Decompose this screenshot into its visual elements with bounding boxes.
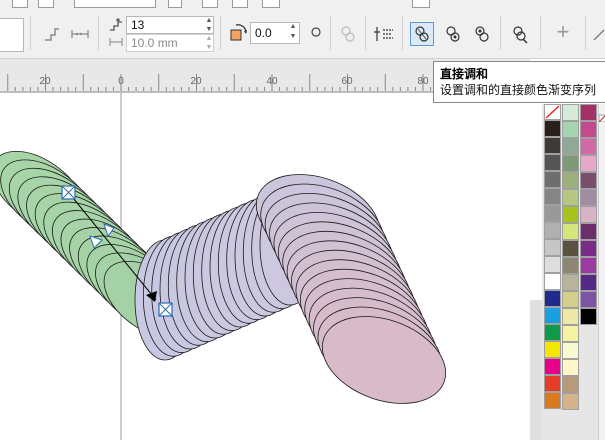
color-swatch[interactable] <box>544 392 561 409</box>
property-bar: 13 ▲ ▼ 10.0 mm ▲ ▼ 0.0 ▲ ▼ + <box>0 8 605 59</box>
preset-field[interactable] <box>0 18 24 52</box>
color-swatch[interactable] <box>544 324 561 341</box>
object-color-acceleration-icon[interactable] <box>508 22 532 46</box>
add-icon[interactable]: + <box>553 20 573 44</box>
color-swatch[interactable] <box>562 172 579 189</box>
color-swatch[interactable] <box>562 206 579 223</box>
spacing-input[interactable]: 10.0 mm <box>126 34 214 52</box>
ruler-label: 20 <box>39 76 51 87</box>
color-swatch[interactable] <box>544 205 561 222</box>
color-swatch[interactable] <box>562 393 579 410</box>
color-swatch[interactable] <box>562 342 579 359</box>
clockwise-blend-icon[interactable] <box>441 22 465 46</box>
color-swatch[interactable] <box>562 308 579 325</box>
color-swatch[interactable] <box>562 138 579 155</box>
color-swatch[interactable] <box>544 137 561 154</box>
color-swatch[interactable] <box>580 257 597 274</box>
color-swatch[interactable] <box>562 376 579 393</box>
color-swatch[interactable] <box>580 291 597 308</box>
color-swatch[interactable] <box>562 325 579 342</box>
ruler-label: 20 <box>190 76 202 87</box>
spacing-spin-down-icon[interactable]: ▼ <box>203 44 215 52</box>
color-swatch[interactable] <box>580 223 597 240</box>
rotation-spin-down-icon[interactable]: ▼ <box>287 33 299 41</box>
color-swatch[interactable] <box>562 189 579 206</box>
color-swatch[interactable] <box>580 308 597 325</box>
color-swatch[interactable] <box>562 359 579 376</box>
color-swatch[interactable] <box>544 290 561 307</box>
steps-spin-up-icon[interactable]: ▲ <box>203 17 215 25</box>
rotation-spin-up-icon[interactable]: ▲ <box>287 23 299 31</box>
color-swatch[interactable] <box>544 188 561 205</box>
color-swatch[interactable] <box>544 171 561 188</box>
ruler-label: 60 <box>341 76 353 87</box>
color-swatch[interactable] <box>580 121 597 138</box>
ruler-label: 40 <box>266 76 278 87</box>
color-swatch[interactable] <box>544 256 561 273</box>
steps-input[interactable]: 13 <box>126 16 214 34</box>
color-swatch[interactable] <box>562 223 579 240</box>
strip-field[interactable] <box>74 0 156 8</box>
blend-start-handle-icon[interactable] <box>61 185 76 200</box>
spacing-spin-up-icon[interactable]: ▲ <box>203 35 215 43</box>
color-swatch[interactable] <box>544 273 561 290</box>
steps-spin-down-icon[interactable]: ▼ <box>203 26 215 34</box>
color-swatch[interactable] <box>580 274 597 291</box>
color-swatch[interactable] <box>562 240 579 257</box>
color-swatch[interactable] <box>544 375 561 392</box>
palette-overflow-strip <box>598 104 605 440</box>
palette-scrollbar[interactable] <box>530 300 542 440</box>
color-swatch[interactable] <box>544 341 561 358</box>
tooltip: 直接调和 设置调和的直接颜色渐变序列 <box>433 61 605 103</box>
color-swatch[interactable] <box>580 172 597 189</box>
color-swatch[interactable] <box>580 206 597 223</box>
color-swatch[interactable] <box>562 155 579 172</box>
color-swatch[interactable] <box>562 104 579 121</box>
color-swatch[interactable] <box>544 154 561 171</box>
strip-button-5[interactable] <box>232 0 248 8</box>
top-toolbar-strip <box>0 0 605 8</box>
color-swatch[interactable] <box>544 307 561 324</box>
strip-button-2[interactable] <box>38 0 54 8</box>
color-swatch[interactable] <box>562 121 579 138</box>
drawing-canvas[interactable] <box>0 93 530 440</box>
color-swatch[interactable] <box>544 222 561 239</box>
no-color-swatch-icon[interactable] <box>544 104 561 120</box>
color-swatch[interactable] <box>544 120 561 137</box>
strip-button-3[interactable] <box>168 0 182 8</box>
steps-icon <box>108 17 124 31</box>
strip-button-7[interactable] <box>412 0 430 8</box>
color-swatch[interactable] <box>562 257 579 274</box>
tooltip-title: 直接调和 <box>440 67 489 81</box>
strip-button-6[interactable] <box>262 0 280 8</box>
strip-button-4[interactable] <box>202 0 218 8</box>
color-swatch[interactable] <box>580 138 597 155</box>
color-swatch[interactable] <box>562 291 579 308</box>
counterclockwise-blend-icon[interactable] <box>470 22 494 46</box>
color-swatch[interactable] <box>580 104 597 121</box>
blend-spacing-icon[interactable] <box>68 22 92 46</box>
color-palette <box>542 104 605 440</box>
color-swatch[interactable] <box>580 240 597 257</box>
blend-direction-icon[interactable] <box>228 23 248 43</box>
spacing-icon <box>108 35 124 49</box>
blend-end-handle-icon[interactable] <box>158 302 173 317</box>
tooltip-description: 设置调和的直接颜色渐变序列 <box>440 83 597 97</box>
blend-steps-icon[interactable] <box>40 22 64 46</box>
color-swatch[interactable] <box>580 189 597 206</box>
color-swatch[interactable] <box>544 239 561 256</box>
loop-blend-icon[interactable] <box>310 26 322 38</box>
strip-button-1[interactable] <box>12 0 28 8</box>
blend-path-icon[interactable] <box>336 22 360 46</box>
ruler-label: 80 <box>417 76 429 87</box>
path-properties-icon[interactable] <box>372 22 396 46</box>
more-options-icon[interactable] <box>592 28 605 42</box>
ruler-label: 0 <box>118 76 124 87</box>
direct-blend-icon[interactable] <box>410 22 434 46</box>
color-swatch[interactable] <box>580 155 597 172</box>
color-swatch[interactable] <box>544 358 561 375</box>
color-swatch[interactable] <box>562 274 579 291</box>
